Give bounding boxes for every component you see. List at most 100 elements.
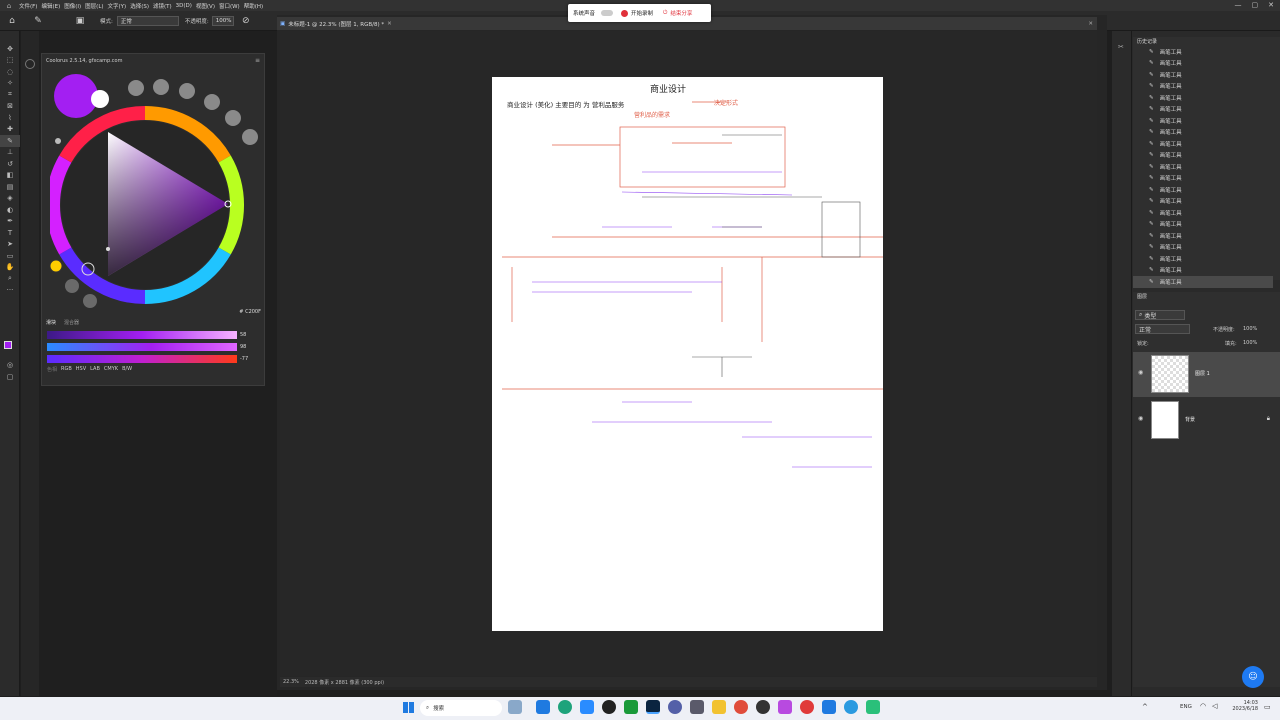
history-item[interactable]: ✎ 画笔工具 <box>1133 92 1273 104</box>
edge-icon[interactable] <box>558 700 572 714</box>
layers-title[interactable]: 图层 <box>1137 293 1147 300</box>
home-icon[interactable]: ⌂ <box>3 0 15 12</box>
minimize-icon[interactable]: — <box>1235 1 1242 9</box>
tray-chevron-icon[interactable]: ^ <box>1142 703 1148 711</box>
history-item[interactable]: ✎ 画笔工具 <box>1133 81 1273 93</box>
status-doc-info[interactable]: 2028 像素 x 2881 像素 (300 ppi) <box>305 679 384 686</box>
app-icon-15[interactable] <box>822 700 836 714</box>
tab-mixer[interactable]: 混合器 <box>64 319 79 326</box>
slider-3[interactable] <box>47 355 237 363</box>
type-tool-icon[interactable]: T <box>0 227 20 239</box>
brush-tool-icon[interactable]: ✎ <box>0 135 20 147</box>
app-icon-12[interactable] <box>756 700 770 714</box>
triangle-mode-icon[interactable] <box>65 279 79 293</box>
more-tools-icon[interactable]: ··· <box>0 285 20 297</box>
menu-filter[interactable]: 滤镜(T) <box>153 2 172 10</box>
history-item[interactable]: ✎ 画笔工具 <box>1133 253 1273 265</box>
layer-row-1[interactable]: ◉ 图层 1 <box>1133 352 1280 397</box>
slider-1-value[interactable]: 58 <box>240 332 246 338</box>
brush-preset-icon[interactable]: ✎ <box>32 15 44 27</box>
history-brush-icon[interactable]: ↺ <box>0 158 20 170</box>
menu-3d[interactable]: 3D(D) <box>176 3 192 9</box>
app-icon-1[interactable] <box>508 700 522 714</box>
quick-mask-icon[interactable]: ◎ <box>0 359 20 371</box>
app-icon-5[interactable] <box>602 700 616 714</box>
lasso-tool-icon[interactable]: ◌ <box>0 66 20 78</box>
foreground-color-swatch[interactable] <box>4 341 12 349</box>
wifi-icon[interactable]: ◠ <box>1200 702 1206 710</box>
history-item[interactable]: ✎ 画笔工具 <box>1133 46 1273 58</box>
mode-hsv[interactable]: HSV <box>76 366 86 373</box>
harmony-icon[interactable] <box>50 259 63 273</box>
pen-tool-icon[interactable]: ✒ <box>0 216 20 228</box>
dodge-tool-icon[interactable]: ◐ <box>0 204 20 216</box>
history-item[interactable]: ✎ 画笔工具 <box>1133 69 1273 81</box>
language-indicator[interactable]: ENG <box>1180 704 1192 710</box>
fill-value[interactable]: 100% <box>1243 340 1257 346</box>
frame-tool-icon[interactable]: ⊠ <box>0 101 20 113</box>
mode-cmyk[interactable]: CMYK <box>104 366 118 373</box>
xbox-icon[interactable] <box>624 700 638 714</box>
tools-collapse-icon[interactable]: ✂ <box>1118 43 1124 51</box>
close-icon[interactable]: ✕ <box>1268 1 1274 9</box>
opacity-field[interactable]: 100% <box>211 15 234 26</box>
screen-mode-icon[interactable]: ▢ <box>0 371 20 383</box>
blur-tool-icon[interactable]: ◈ <box>0 193 20 205</box>
menu-help[interactable]: 帮助(H) <box>244 2 263 10</box>
gradient-tool-icon[interactable]: ▤ <box>0 181 20 193</box>
layer-visibility-eye-icon[interactable]: ◉ <box>1138 369 1143 376</box>
eraser-tool-icon[interactable]: ◧ <box>0 170 20 182</box>
app-icon-14[interactable] <box>800 700 814 714</box>
menu-layer[interactable]: 图层(L) <box>85 2 103 10</box>
color-marker[interactable] <box>106 247 110 251</box>
mode-rgb[interactable]: RGB <box>61 366 72 373</box>
panel-menu-icon[interactable]: ≡ <box>255 57 260 64</box>
coolorus-panel-icon[interactable] <box>25 59 35 69</box>
app-icon-9[interactable] <box>690 700 704 714</box>
mode-hue[interactable]: 色相 <box>47 366 57 373</box>
app-icon-2[interactable] <box>536 700 550 714</box>
move-tool-icon[interactable]: ✥ <box>0 43 20 55</box>
pressure-icon[interactable]: ⊘ <box>240 15 252 27</box>
clock[interactable]: 14:03 2023/6/18 <box>1228 700 1258 712</box>
background-layer-name[interactable]: 背景 <box>1185 416 1195 423</box>
history-item[interactable]: ✎ 画笔工具 <box>1133 161 1273 173</box>
status-zoom[interactable]: 22.3% <box>283 679 299 685</box>
windows-start-icon[interactable] <box>403 702 414 713</box>
crop-tool-icon[interactable]: ⌗ <box>0 89 20 101</box>
layer-filter-select[interactable]: ⌕ 类型 <box>1135 310 1185 320</box>
volume-icon[interactable]: ◁ <box>1212 702 1217 710</box>
menu-edit[interactable]: 编辑(E) <box>41 2 60 10</box>
maximize-icon[interactable]: ▢ <box>1252 1 1259 9</box>
stamp-tool-icon[interactable]: ⊥ <box>0 147 20 159</box>
history-item[interactable]: ✎ 画笔工具 <box>1133 115 1273 127</box>
canvas-paper[interactable]: 商业设计 商业设计 (美化) 主要目的 为 营利品服务 决定形式 营利品的需求 <box>492 77 883 631</box>
history-item[interactable]: ✎ 画笔工具 <box>1133 230 1273 242</box>
menu-image[interactable]: 图像(I) <box>64 2 81 10</box>
history-item[interactable]: ✎ 画笔工具 <box>1133 184 1273 196</box>
app-icon-4[interactable] <box>580 700 594 714</box>
mode-lab[interactable]: LAB <box>90 366 100 373</box>
menu-file[interactable]: 文件(F) <box>19 2 37 10</box>
chat-bubble-icon[interactable]: ☺ <box>1242 666 1264 688</box>
file-explorer-icon[interactable] <box>712 700 726 714</box>
layer-row-2[interactable]: ◉ 背景 🔒︎ <box>1133 398 1280 443</box>
slider-2[interactable] <box>47 343 237 351</box>
brush-panel-icon[interactable]: ▣ <box>74 15 86 27</box>
square-mode-icon[interactable] <box>83 294 97 308</box>
history-item[interactable]: ✎ 画笔工具 <box>1133 173 1273 185</box>
marquee-tool-icon[interactable]: ⬚ <box>0 55 20 67</box>
previous-color-swatch[interactable] <box>91 90 109 108</box>
menu-window[interactable]: 窗口(W) <box>219 2 240 10</box>
close-document-icon[interactable]: ✕ <box>387 21 392 27</box>
history-item[interactable]: ✎ 画笔工具 <box>1133 207 1273 219</box>
app-icon-17[interactable] <box>866 700 880 714</box>
notification-icon[interactable]: ▭ <box>1264 703 1271 711</box>
tab-sliders[interactable]: 滑块 <box>46 319 56 326</box>
close-window-icon[interactable]: ✕ <box>1088 21 1093 27</box>
zoom-tool-icon[interactable]: ⌕ <box>0 273 20 285</box>
slider-1[interactable] <box>47 331 237 339</box>
history-item[interactable]: ✎ 画笔工具 <box>1133 196 1273 208</box>
app-icon-13[interactable] <box>778 700 792 714</box>
healing-tool-icon[interactable]: ✚ <box>0 124 20 136</box>
